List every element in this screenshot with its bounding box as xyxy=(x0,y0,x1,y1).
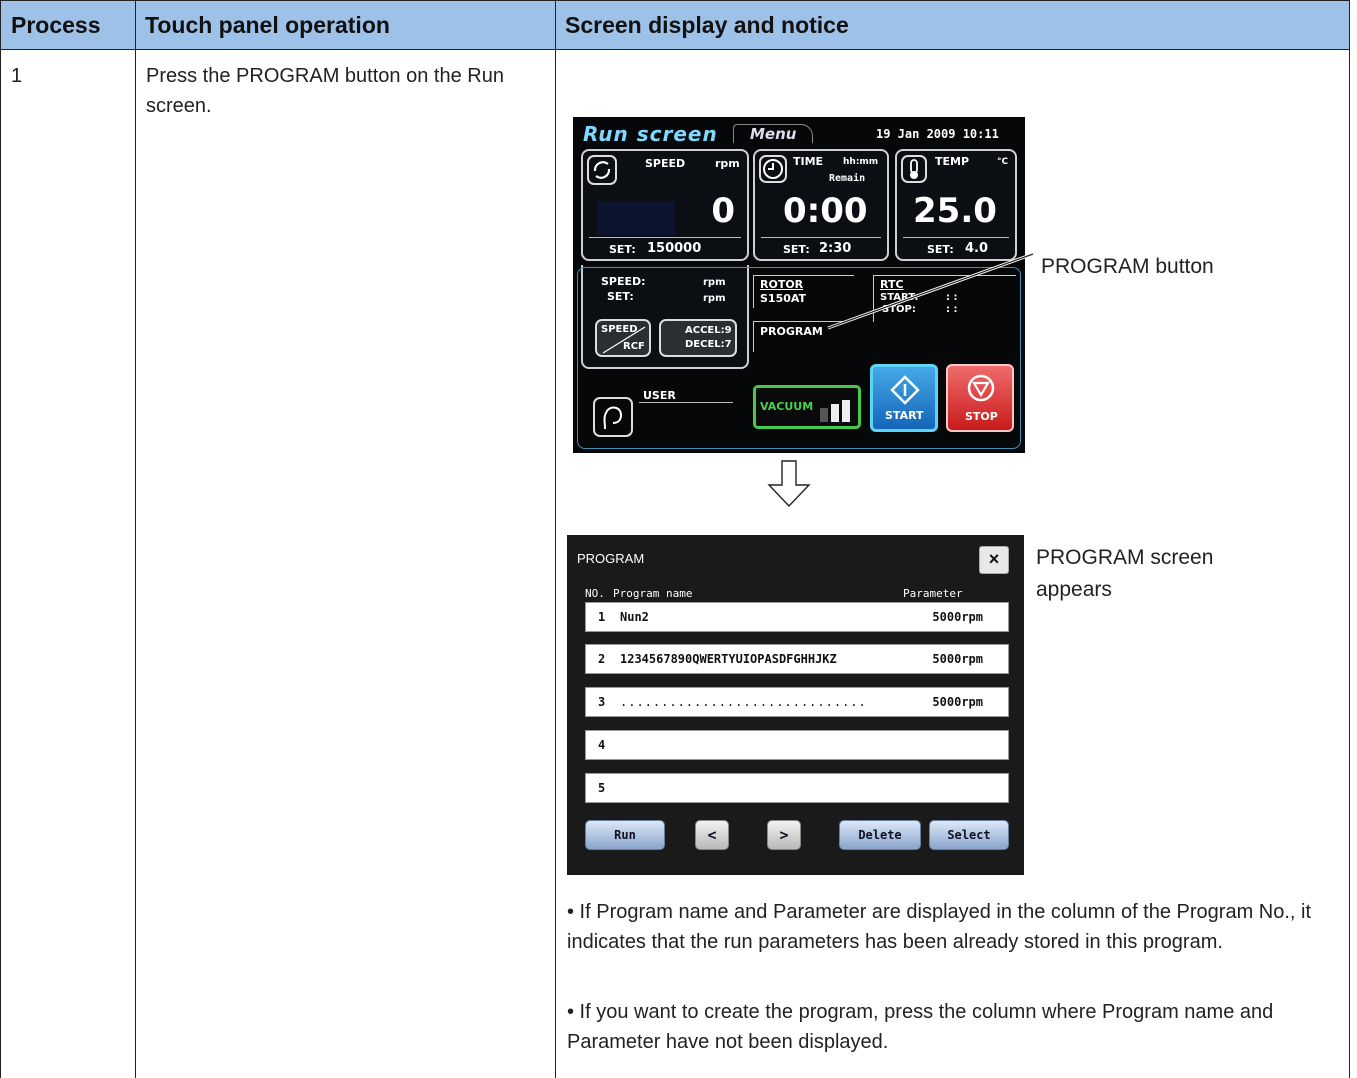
start-button[interactable]: START xyxy=(870,364,938,432)
time-unit: hh:mm xyxy=(843,157,879,167)
program-row[interactable]: 2 1234567890QWERTYUIOPASDFGHHJKZ 5000rpm xyxy=(585,644,1009,674)
table-divider-1 xyxy=(135,0,136,1078)
row-param: 5000rpm xyxy=(932,695,983,709)
row-no: 1 xyxy=(598,610,606,624)
row-no: 5 xyxy=(598,781,606,795)
speed-bar-graphic xyxy=(597,201,675,235)
accel-label: ACCEL:9 xyxy=(685,325,732,336)
program-row[interactable]: 1 Nun2 5000rpm xyxy=(585,602,1009,632)
select-button[interactable]: Select xyxy=(929,820,1009,850)
time-separator xyxy=(761,237,881,238)
prev-page-button[interactable]: < xyxy=(695,820,729,850)
time-panel[interactable]: TIME hh:mm Remain 0:00 SET: 2:30 xyxy=(753,149,889,261)
accel-decel-button[interactable]: ACCEL:9 DECEL:7 xyxy=(659,319,737,357)
time-label: TIME xyxy=(793,155,824,168)
col-name-header: Program name xyxy=(613,587,693,600)
speed-panel[interactable]: SPEED rpm 0 SET: 150000 xyxy=(581,149,749,261)
speed-set-value: 150000 xyxy=(647,241,702,256)
table-border-left xyxy=(0,0,1,1078)
program-row[interactable]: 4 xyxy=(585,730,1009,760)
datetime: 19 Jan 2009 10:11 xyxy=(876,127,999,141)
row-name: 1234567890QWERTYUIOPASDFGHHJKZ xyxy=(620,652,837,666)
program-screen-title: PROGRAM xyxy=(577,551,645,566)
process-number: 1 xyxy=(11,65,23,87)
speed-rcf-button[interactable]: SPEED RCF xyxy=(595,319,651,357)
speed-unit: rpm xyxy=(715,157,740,170)
time-remain: Remain xyxy=(829,173,866,184)
thermometer-icon xyxy=(901,155,927,183)
temp-panel[interactable]: TEMP °C 25.0 SET: 4.0 xyxy=(895,149,1017,261)
speed-set-label: SET: xyxy=(609,243,636,256)
rotor-label: ROTOR xyxy=(760,278,804,291)
row-no: 4 xyxy=(598,738,606,752)
header-process: Process xyxy=(0,0,135,50)
program-row[interactable]: 5 xyxy=(585,773,1009,803)
temp-unit: °C xyxy=(997,157,1009,167)
stop-icon xyxy=(967,374,995,402)
row-no: 2 xyxy=(598,652,606,666)
down-arrow-icon xyxy=(767,460,811,508)
vacuum-indicator: VACUUM xyxy=(753,385,861,429)
start-icon xyxy=(890,375,920,405)
operation-text: Press the PROGRAM button on the Run scre… xyxy=(146,65,504,117)
clock-icon xyxy=(759,155,787,183)
rotor-value: S150AT xyxy=(760,292,807,305)
delete-button[interactable]: Delete xyxy=(839,820,921,850)
temp-label: TEMP xyxy=(935,155,970,168)
vacuum-label: VACUUM xyxy=(760,400,814,413)
close-button[interactable]: × xyxy=(979,546,1009,574)
speed-separator xyxy=(589,237,741,238)
temp-value: 25.0 xyxy=(913,191,997,231)
user-separator xyxy=(639,402,733,403)
program-row[interactable]: 3 .............................. 5000rpm xyxy=(585,687,1009,717)
slash-icon xyxy=(602,326,646,354)
time-set-label: SET: xyxy=(783,243,810,256)
row-param: 5000rpm xyxy=(932,652,983,666)
program-screen-callout-line2: appears xyxy=(1036,578,1112,601)
vacuum-level-icon xyxy=(820,400,850,422)
row-name: Nun2 xyxy=(620,610,649,624)
speed-info-panel: SPEED: rpm SET: rpm SPEED RCF ACCEL:9 DE… xyxy=(581,265,749,369)
note-create-program: • If you want to create the program, pre… xyxy=(567,1001,1274,1053)
decel-label: DECEL:7 xyxy=(685,339,732,350)
program-screen-callout-line1: PROGRAM screen xyxy=(1036,546,1214,569)
col-no-header: NO. xyxy=(585,587,605,600)
table-border-right xyxy=(1349,0,1350,1078)
row-param: 5000rpm xyxy=(932,610,983,624)
start-label: START xyxy=(885,409,924,422)
speed-info-label: SPEED: xyxy=(601,275,646,288)
col-param-header: Parameter xyxy=(903,587,963,600)
menu-tab[interactable]: Menu xyxy=(733,124,814,143)
header-touch-panel-operation: Touch panel operation xyxy=(135,0,555,50)
speed-value: 0 xyxy=(711,191,735,231)
header-screen-display: Screen display and notice xyxy=(555,0,1350,50)
table-divider-2 xyxy=(555,0,556,1078)
program-label: PROGRAM xyxy=(760,325,823,338)
user-icon[interactable] xyxy=(593,397,633,437)
speed-label: SPEED xyxy=(645,157,686,170)
run-button[interactable]: Run xyxy=(585,820,665,850)
speed-info-unit: rpm xyxy=(703,277,726,288)
time-value: 0:00 xyxy=(783,191,868,231)
set-info-label: SET: xyxy=(607,290,634,303)
program-button-callout: PROGRAM button xyxy=(1041,255,1214,278)
note-stored-program: • If Program name and Parameter are disp… xyxy=(567,901,1312,953)
temp-separator xyxy=(903,237,1009,238)
user-label: USER xyxy=(643,389,676,402)
set-info-unit: rpm xyxy=(703,293,726,304)
stop-label: STOP xyxy=(965,410,998,423)
stop-button[interactable]: STOP xyxy=(946,364,1014,432)
program-screen-image: PROGRAM × NO. Program name Parameter 1 N… xyxy=(567,535,1024,875)
row-name: .............................. xyxy=(620,695,867,709)
rotation-icon xyxy=(587,155,617,185)
run-screen-title: Run screen xyxy=(583,122,718,146)
callout-line xyxy=(827,252,1034,330)
row-no: 3 xyxy=(598,695,606,709)
next-page-button[interactable]: > xyxy=(767,820,801,850)
